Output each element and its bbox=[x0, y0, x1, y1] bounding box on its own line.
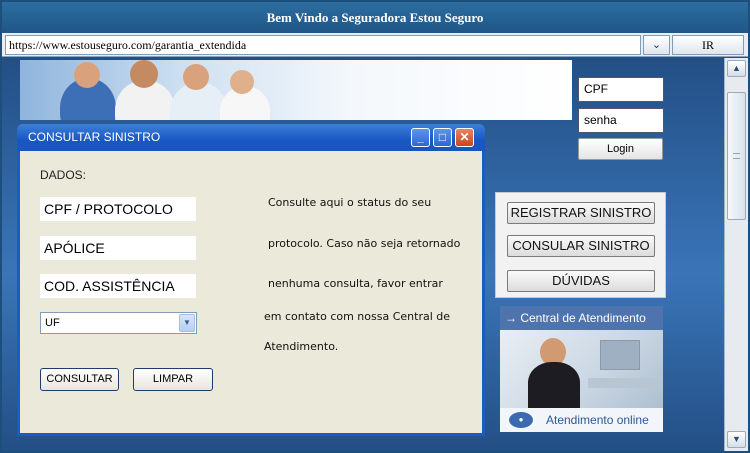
registrar-sinistro-button[interactable]: REGISTRAR SINISTRO bbox=[507, 202, 655, 224]
limpar-button[interactable]: LIMPAR bbox=[133, 368, 213, 391]
atendimento-online-label: Atendimento online bbox=[546, 413, 649, 427]
scrollbar-thumb[interactable] bbox=[727, 92, 746, 220]
scroll-up-button[interactable]: ▲ bbox=[727, 60, 746, 77]
apolice-input[interactable]: APÓLICE bbox=[40, 236, 196, 260]
url-input[interactable]: https://www.estouseguro.com/garantia_ext… bbox=[5, 35, 641, 55]
scroll-down-button[interactable]: ▼ bbox=[727, 431, 746, 448]
grip-icon bbox=[733, 153, 740, 159]
help-text-line: em contato com nossa Central de bbox=[264, 310, 451, 323]
close-button[interactable]: ✕ bbox=[455, 128, 474, 147]
attendant-photo bbox=[500, 330, 663, 408]
help-text-line: Consulte aqui o status do seu bbox=[268, 196, 432, 209]
uf-select[interactable]: UF ▼ bbox=[40, 312, 197, 334]
dialog-title: CONSULTAR SINISTRO bbox=[28, 130, 161, 144]
dialog-titlebar[interactable]: CONSULTAR SINISTRO _ □ ✕ bbox=[17, 124, 485, 151]
atendimento-header: → Central de Atendimento bbox=[500, 306, 663, 330]
dados-label: DADOS: bbox=[40, 168, 87, 182]
atendimento-online-link[interactable]: ● Atendimento online bbox=[500, 408, 663, 432]
login-button[interactable]: Login bbox=[578, 138, 663, 160]
cpf-input[interactable]: CPF bbox=[578, 77, 664, 102]
chevron-down-icon: ⌄ bbox=[651, 39, 662, 51]
cod-assistencia-input[interactable]: COD. ASSISTÊNCIA bbox=[40, 274, 196, 298]
banner-image bbox=[20, 60, 572, 120]
chevron-down-icon: ▼ bbox=[732, 434, 741, 444]
minimize-button[interactable]: _ bbox=[411, 128, 430, 147]
chevron-up-icon: ▲ bbox=[732, 63, 741, 73]
close-icon: ✕ bbox=[459, 130, 470, 144]
consultar-button[interactable]: CONSULTAR bbox=[40, 368, 119, 391]
help-text-line: nenhuma consulta, favor entrar bbox=[268, 277, 443, 290]
window-title: Bem Vindo a Seguradora Estou Seguro bbox=[2, 2, 748, 33]
cpf-protocolo-input[interactable]: CPF / PROTOCOLO bbox=[40, 197, 196, 221]
go-button[interactable]: IR bbox=[672, 35, 744, 55]
chevron-down-icon[interactable]: ▼ bbox=[179, 314, 195, 332]
url-dropdown-button[interactable]: ⌄ bbox=[643, 35, 670, 55]
side-menu: REGISTRAR SINISTRO CONSULAR SINISTRO DÚV… bbox=[495, 192, 666, 298]
browser-window: Bem Vindo a Seguradora Estou Seguro http… bbox=[0, 0, 750, 453]
duvidas-button[interactable]: DÚVIDAS bbox=[507, 270, 655, 292]
senha-input[interactable]: senha bbox=[578, 108, 664, 133]
maximize-button[interactable]: □ bbox=[433, 128, 452, 147]
maximize-icon: □ bbox=[438, 130, 447, 144]
address-bar: https://www.estouseguro.com/garantia_ext… bbox=[2, 33, 748, 57]
vertical-scrollbar[interactable]: ▲ ▼ bbox=[724, 58, 748, 451]
help-text-line: protocolo. Caso não seja retornado bbox=[268, 237, 461, 250]
consultar-sinistro-dialog: CONSULTAR SINISTRO _ □ ✕ DADOS: CPF / PR… bbox=[17, 124, 485, 436]
minimize-icon: _ bbox=[417, 130, 424, 144]
help-text-line: Atendimento. bbox=[264, 340, 339, 353]
central-atendimento-banner[interactable]: → Central de Atendimento ● Atendimento o… bbox=[500, 306, 663, 432]
chat-icon: ● bbox=[509, 412, 533, 428]
consular-sinistro-button[interactable]: CONSULAR SINISTRO bbox=[507, 235, 655, 257]
uf-selected-value: UF bbox=[45, 317, 60, 329]
page-content: CPF senha Login REGISTRAR SINISTRO CONSU… bbox=[2, 58, 724, 451]
